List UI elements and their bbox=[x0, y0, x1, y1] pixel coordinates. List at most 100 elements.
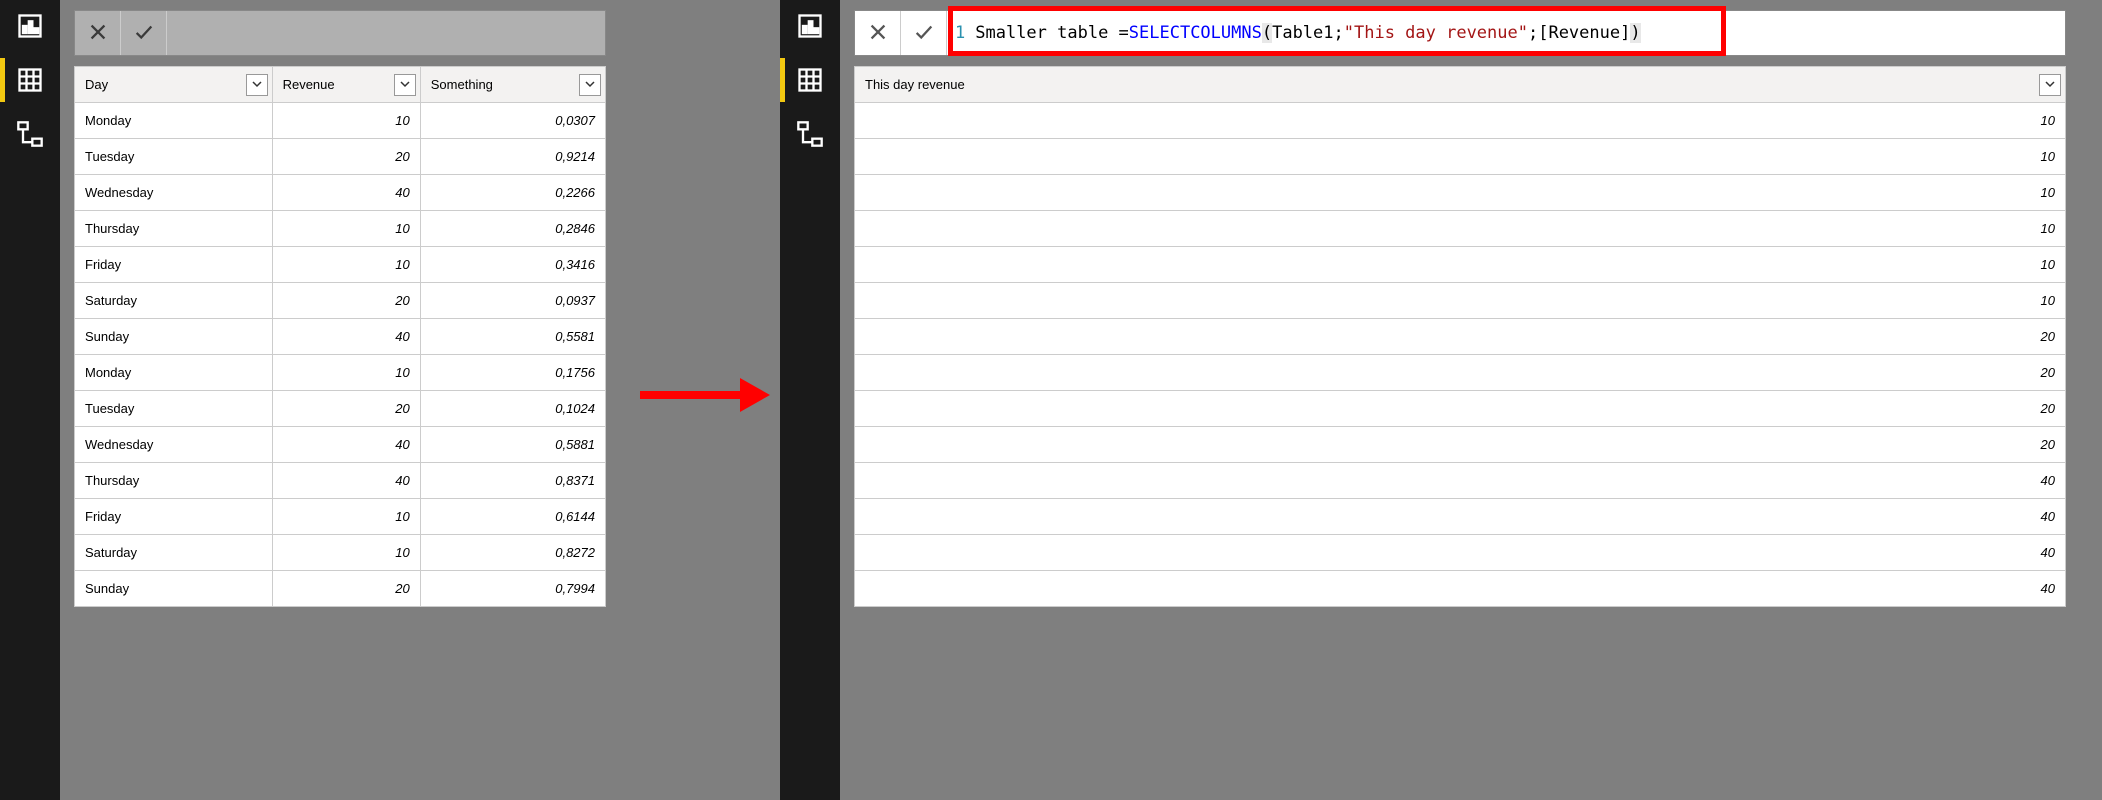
cell-something: 0,1024 bbox=[420, 391, 605, 427]
cell-value: 10 bbox=[855, 103, 2066, 139]
cell-revenue: 10 bbox=[272, 247, 420, 283]
table-row[interactable]: Wednesday400,2266 bbox=[75, 175, 606, 211]
table-row[interactable]: 10 bbox=[855, 103, 2066, 139]
col-revenue-label: Revenue bbox=[283, 77, 335, 92]
table-row[interactable]: 20 bbox=[855, 427, 2066, 463]
cell-value: 40 bbox=[855, 463, 2066, 499]
model-view-icon bbox=[16, 120, 44, 148]
cell-something: 0,7994 bbox=[420, 571, 605, 607]
col-something-header[interactable]: Something bbox=[420, 67, 605, 103]
cell-day: Thursday bbox=[75, 211, 273, 247]
table-row[interactable]: 10 bbox=[855, 247, 2066, 283]
cell-something: 0,2266 bbox=[420, 175, 605, 211]
col-something-label: Something bbox=[431, 77, 493, 92]
table-row[interactable]: Saturday100,8272 bbox=[75, 535, 606, 571]
cell-revenue: 20 bbox=[272, 571, 420, 607]
cell-revenue: 10 bbox=[272, 499, 420, 535]
left-main: Day Revenue Something Monday100,0307Tues… bbox=[60, 0, 620, 800]
cell-day: Wednesday bbox=[75, 175, 273, 211]
cell-revenue: 20 bbox=[272, 139, 420, 175]
table-left: Day Revenue Something Monday100,0307Tues… bbox=[74, 66, 606, 607]
nav-data[interactable] bbox=[780, 66, 840, 94]
table-row[interactable]: 20 bbox=[855, 391, 2066, 427]
chevron-down-icon bbox=[585, 77, 595, 92]
col-day-header[interactable]: Day bbox=[75, 67, 273, 103]
table-row[interactable]: 40 bbox=[855, 535, 2066, 571]
formula-commit-button[interactable] bbox=[121, 11, 167, 55]
col-this-day-revenue-label: This day revenue bbox=[865, 77, 965, 92]
table-row[interactable]: Tuesday200,9214 bbox=[75, 139, 606, 175]
cell-day: Sunday bbox=[75, 319, 273, 355]
formula-cancel-button[interactable] bbox=[855, 11, 901, 55]
cell-value: 20 bbox=[855, 355, 2066, 391]
table-row[interactable]: 10 bbox=[855, 283, 2066, 319]
table-row[interactable]: Friday100,6144 bbox=[75, 499, 606, 535]
col-this-day-revenue-dropdown[interactable] bbox=[2039, 74, 2061, 96]
cell-something: 0,2846 bbox=[420, 211, 605, 247]
table-row[interactable]: Tuesday200,1024 bbox=[75, 391, 606, 427]
cell-value: 10 bbox=[855, 175, 2066, 211]
formula-function-name: SELECTCOLUMNS bbox=[1129, 23, 1262, 43]
cell-revenue: 20 bbox=[272, 283, 420, 319]
table-row[interactable]: Monday100,1756 bbox=[75, 355, 606, 391]
table-row[interactable]: Sunday400,5581 bbox=[75, 319, 606, 355]
table-row[interactable]: Thursday400,8371 bbox=[75, 463, 606, 499]
cell-revenue: 40 bbox=[272, 427, 420, 463]
cell-revenue: 10 bbox=[272, 211, 420, 247]
cell-something: 0,0937 bbox=[420, 283, 605, 319]
table-row[interactable]: 20 bbox=[855, 355, 2066, 391]
col-revenue-header[interactable]: Revenue bbox=[272, 67, 420, 103]
table-row[interactable]: 40 bbox=[855, 463, 2066, 499]
data-view-icon bbox=[16, 66, 44, 94]
table-row[interactable]: Wednesday400,5881 bbox=[75, 427, 606, 463]
cell-value: 20 bbox=[855, 319, 2066, 355]
formula-line-number: 1 bbox=[955, 23, 965, 43]
cell-revenue: 40 bbox=[272, 319, 420, 355]
model-view-icon bbox=[796, 120, 824, 148]
table-header-row: This day revenue bbox=[855, 67, 2066, 103]
formula-input-left[interactable] bbox=[167, 11, 605, 55]
formula-input-right[interactable]: 1 Smaller table = SELECTCOLUMNS ( Table1… bbox=[947, 11, 2065, 55]
cell-revenue: 40 bbox=[272, 463, 420, 499]
table-row[interactable]: Friday100,3416 bbox=[75, 247, 606, 283]
table-row[interactable]: 40 bbox=[855, 499, 2066, 535]
table-row[interactable]: Thursday100,2846 bbox=[75, 211, 606, 247]
side-nav-right bbox=[780, 0, 840, 800]
col-something-dropdown[interactable] bbox=[579, 74, 601, 96]
nav-model[interactable] bbox=[780, 120, 840, 148]
report-view-icon bbox=[16, 12, 44, 40]
formula-bar-left bbox=[74, 10, 606, 56]
cell-value: 10 bbox=[855, 247, 2066, 283]
col-this-day-revenue-header[interactable]: This day revenue bbox=[855, 67, 2066, 103]
col-revenue-dropdown[interactable] bbox=[394, 74, 416, 96]
table-row[interactable]: 10 bbox=[855, 211, 2066, 247]
cell-something: 0,1756 bbox=[420, 355, 605, 391]
table-row[interactable]: 40 bbox=[855, 571, 2066, 607]
cell-day: Friday bbox=[75, 247, 273, 283]
table-row[interactable]: 20 bbox=[855, 319, 2066, 355]
cell-day: Friday bbox=[75, 499, 273, 535]
table-row[interactable]: 10 bbox=[855, 175, 2066, 211]
cell-something: 0,3416 bbox=[420, 247, 605, 283]
nav-report[interactable] bbox=[0, 12, 60, 40]
table-row[interactable]: Saturday200,0937 bbox=[75, 283, 606, 319]
nav-model[interactable] bbox=[0, 120, 60, 148]
table-row[interactable]: 10 bbox=[855, 139, 2066, 175]
cell-day: Monday bbox=[75, 103, 273, 139]
cell-something: 0,6144 bbox=[420, 499, 605, 535]
side-nav-left bbox=[0, 0, 60, 800]
data-view-icon bbox=[796, 66, 824, 94]
nav-data[interactable] bbox=[0, 66, 60, 94]
formula-commit-button[interactable] bbox=[901, 11, 947, 55]
cell-value: 10 bbox=[855, 139, 2066, 175]
table-row[interactable]: Sunday200,7994 bbox=[75, 571, 606, 607]
right-main: 1 Smaller table = SELECTCOLUMNS ( Table1… bbox=[840, 0, 2080, 800]
cell-value: 20 bbox=[855, 391, 2066, 427]
table-row[interactable]: Monday100,0307 bbox=[75, 103, 606, 139]
nav-report[interactable] bbox=[780, 12, 840, 40]
col-day-dropdown[interactable] bbox=[246, 74, 268, 96]
cell-revenue: 40 bbox=[272, 175, 420, 211]
formula-cancel-button[interactable] bbox=[75, 11, 121, 55]
formula-string-arg: "This day revenue" bbox=[1344, 23, 1528, 43]
cell-day: Monday bbox=[75, 355, 273, 391]
